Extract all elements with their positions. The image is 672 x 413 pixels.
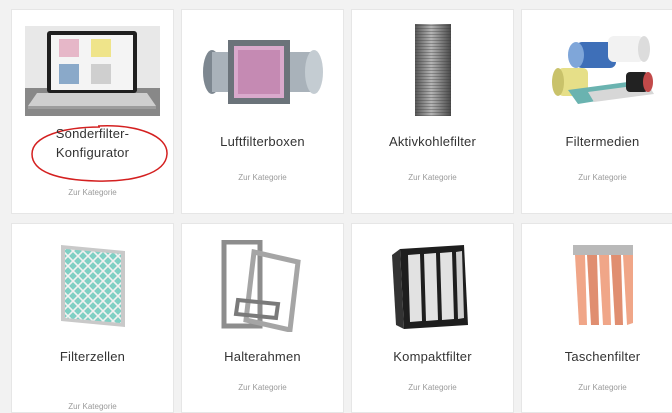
category-card-halterahmen[interactable]: Halterahmen Zur Kategorie	[181, 223, 344, 413]
category-card-filterzellen[interactable]: Filterzellen Zur Kategorie	[11, 223, 174, 413]
card-title[interactable]: Filterzellen	[12, 347, 173, 366]
card-title[interactable]: Filtermedien	[522, 132, 672, 151]
category-card-sonderfilter-konfigurator[interactable]: Sonderfilter- Konfigurator Zur Kategorie	[11, 9, 174, 214]
category-card-taschenfilter[interactable]: Taschenfilter Zur Kategorie	[521, 223, 672, 413]
filter-media-rolls-icon	[522, 24, 672, 119]
compact-filter-icon	[352, 238, 513, 333]
card-title[interactable]: Taschenfilter	[522, 347, 672, 366]
category-link[interactable]: Zur Kategorie	[352, 173, 513, 182]
bag-filter-icon	[522, 238, 672, 333]
card-title[interactable]: Luftfilterboxen	[182, 132, 343, 151]
card-title[interactable]: Aktivkohlefilter	[352, 132, 513, 151]
category-link[interactable]: Zur Kategorie	[12, 188, 173, 197]
category-link[interactable]: Zur Kategorie	[522, 383, 672, 392]
laptop-filter-icon	[12, 25, 173, 117]
category-card-aktivkohlefilter[interactable]: Aktivkohlefilter Zur Kategorie	[351, 9, 514, 214]
category-link[interactable]: Zur Kategorie	[182, 383, 343, 392]
category-card-kompaktfilter[interactable]: Kompaktfilter Zur Kategorie	[351, 223, 514, 413]
category-card-filtermedien[interactable]: Filtermedien Zur Kategorie	[521, 9, 672, 214]
category-link[interactable]: Zur Kategorie	[522, 173, 672, 182]
category-link[interactable]: Zur Kategorie	[352, 383, 513, 392]
card-title[interactable]: Kompaktfilter	[352, 347, 513, 366]
holding-frame-icon	[182, 238, 343, 333]
category-link[interactable]: Zur Kategorie	[182, 173, 343, 182]
card-title[interactable]: Halterahmen	[182, 347, 343, 366]
category-card-luftfilterboxen[interactable]: Luftfilterboxen Zur Kategorie	[181, 9, 344, 214]
card-title[interactable]: Sonderfilter- Konfigurator	[12, 124, 173, 162]
air-filter-box-icon	[182, 24, 343, 119]
panel-filter-icon	[12, 238, 173, 333]
activated-carbon-cylinder-icon	[352, 24, 513, 116]
